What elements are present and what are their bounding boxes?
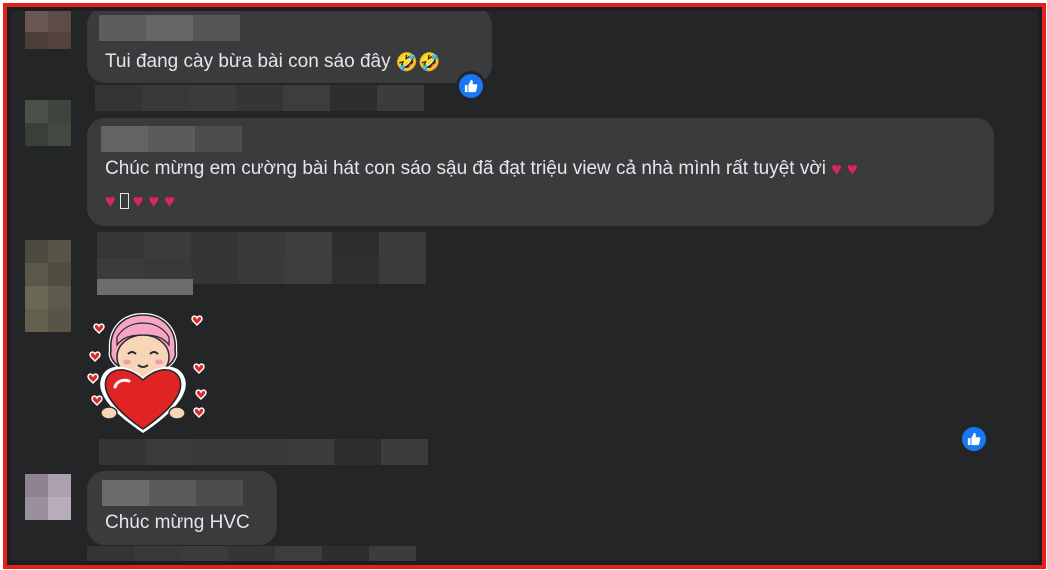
comment-thread: Tui đang cày bừa bài con sáo đây 🤣🤣 Chúc…	[11, 11, 1038, 561]
comment-text: Tui đang cày bừa bài con sáo đây 🤣🤣	[105, 51, 441, 72]
rofl-emoji-icon: 🤣🤣	[395, 51, 441, 72]
thumbs-up-icon	[967, 432, 981, 446]
commenter-name-blurred[interactable]	[101, 126, 242, 152]
thumbs-up-icon	[464, 79, 478, 93]
comment-bubble: Tui đang cày bừa bài con sáo đây 🤣🤣	[87, 11, 492, 83]
commenter-name-blurred[interactable]	[102, 480, 243, 506]
red-heart-icon: ♥ ♥ ♥	[132, 190, 175, 211]
comment-text-line2: ♥ ♥ ♥ ♥	[105, 185, 175, 217]
comment-bubble: Chúc mừng em cường bài hát con sáo sậu đ…	[87, 118, 994, 226]
avatar[interactable]	[25, 100, 71, 146]
name-strip	[97, 279, 193, 295]
comment-actions-blurred	[95, 85, 424, 111]
like-reaction[interactable]	[456, 71, 486, 101]
commenter-name-blurred[interactable]	[99, 15, 240, 41]
avatar[interactable]	[25, 240, 71, 334]
screenshot-frame: Tui đang cày bừa bài con sáo đây 🤣🤣 Chúc…	[3, 3, 1046, 569]
avatar[interactable]	[25, 474, 71, 520]
commenter-name-blurred[interactable]	[97, 232, 426, 258]
red-heart-icon: ♥ ♥	[831, 158, 858, 179]
comment-bubble: Chúc mừng HVC	[87, 471, 277, 545]
comment-text: Chúc mừng em cường bài hát con sáo sậu đ…	[105, 158, 858, 179]
comment-text: Chúc mừng HVC	[105, 512, 250, 533]
missing-glyph-icon	[119, 192, 129, 209]
like-reaction[interactable]	[959, 424, 989, 454]
comment-actions-blurred	[87, 546, 416, 561]
avatar[interactable]	[25, 11, 71, 49]
girl-holding-heart-sticker[interactable]	[83, 309, 213, 437]
red-heart-icon: ♥	[105, 190, 116, 211]
comment-actions-blurred	[99, 439, 428, 465]
